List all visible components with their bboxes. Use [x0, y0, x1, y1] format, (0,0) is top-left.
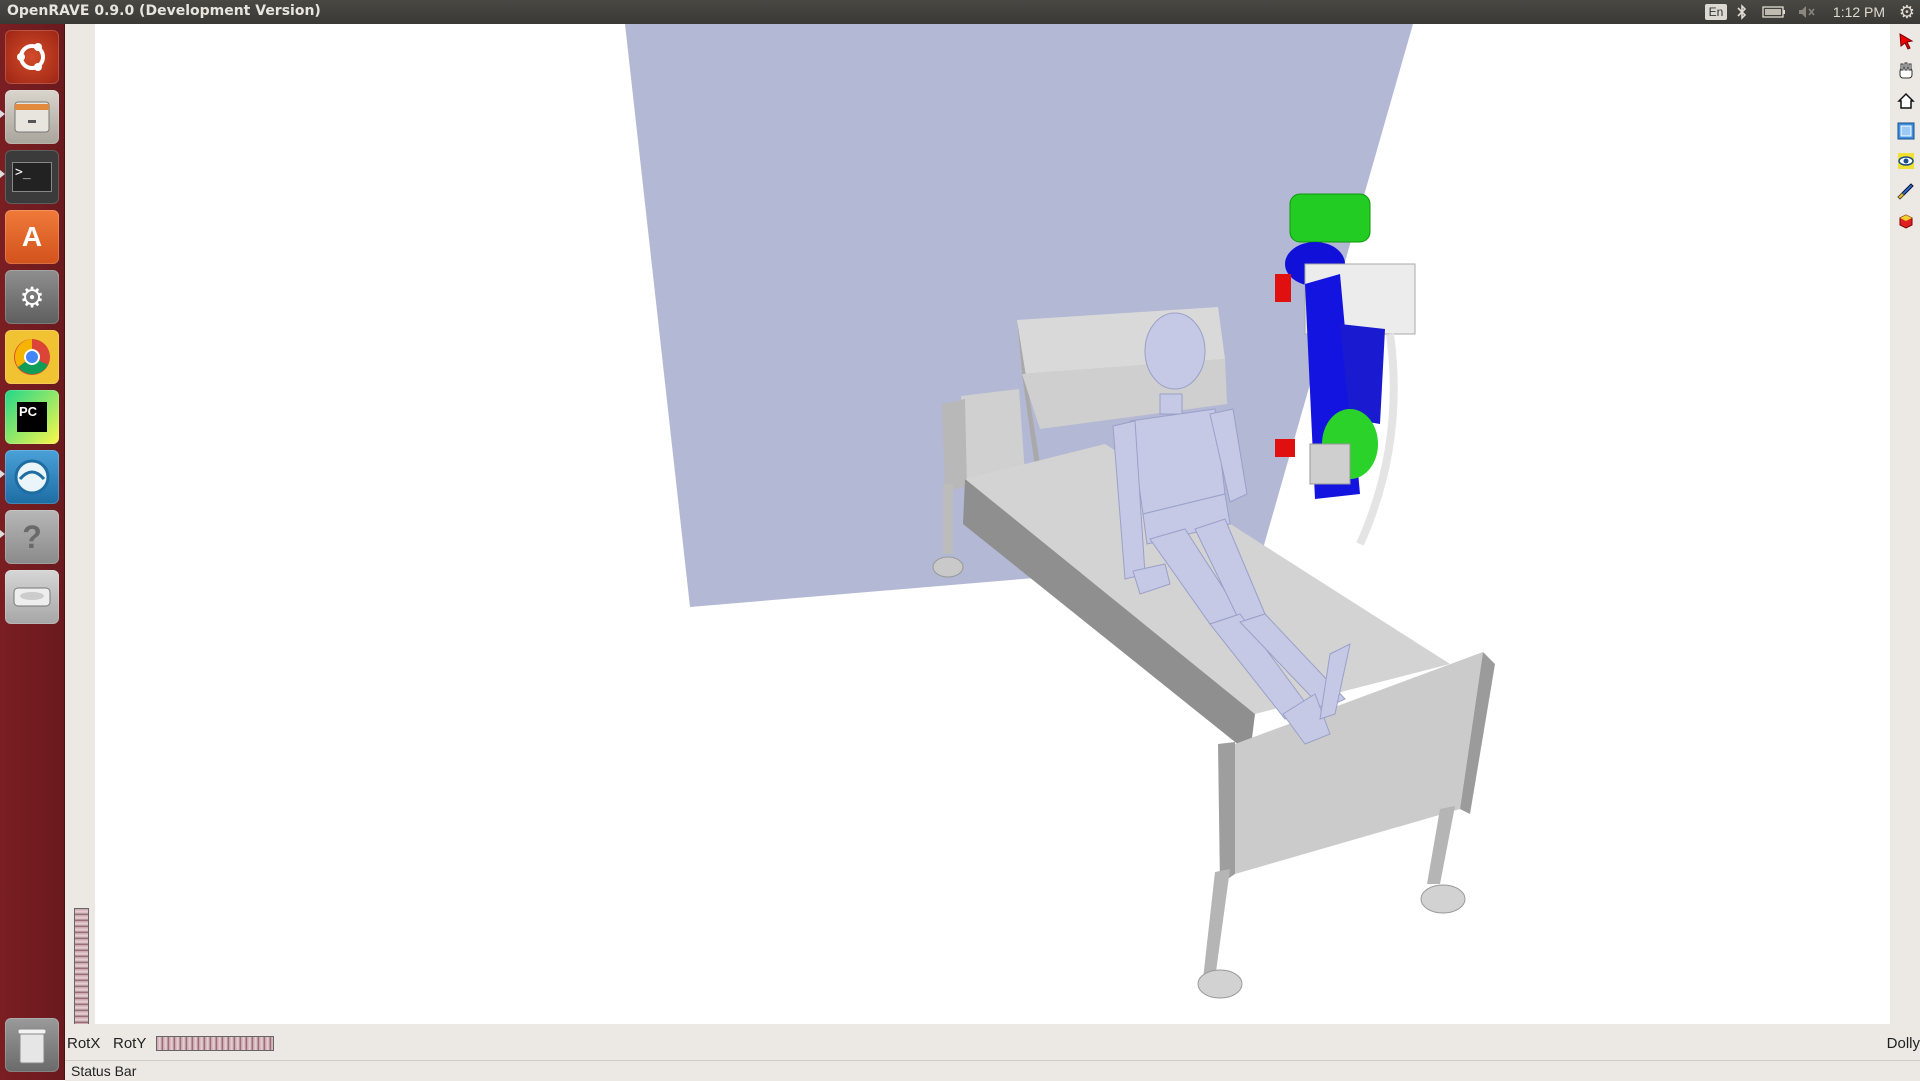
home-icon[interactable] — [1895, 90, 1917, 112]
hard-drive-icon[interactable] — [5, 570, 59, 624]
wrench-gear-icon[interactable]: ⚙ — [5, 270, 59, 324]
globe-arrow-icon[interactable] — [5, 450, 59, 504]
ubuntu-logo-icon[interactable] — [5, 30, 59, 84]
brush-icon[interactable] — [1895, 180, 1917, 202]
scene-render — [625, 24, 1495, 999]
rotx-label: RotX — [67, 1035, 101, 1052]
view-all-icon[interactable] — [1895, 120, 1917, 142]
question-mark-icon[interactable]: ? — [5, 510, 59, 564]
terminal-icon[interactable]: >_ — [5, 150, 59, 204]
pycharm-icon[interactable]: PC — [5, 390, 59, 444]
battery-icon[interactable] — [1760, 2, 1788, 22]
launcher: >_ A ⚙ PC ? — [0, 24, 65, 1080]
roty-thumbwheel[interactable] — [156, 1036, 274, 1051]
eye-icon[interactable] — [1895, 150, 1917, 172]
volume-muted-icon[interactable] — [1795, 2, 1819, 22]
3d-viewport[interactable] — [95, 24, 1890, 1024]
status-bar-text: Status Bar — [71, 1063, 137, 1079]
clock[interactable]: 1:12 PM — [1826, 2, 1892, 22]
bluetooth-icon[interactable] — [1733, 2, 1751, 22]
shopping-bag-icon[interactable]: A — [5, 210, 59, 264]
window-title: OpenRAVE 0.9.0 (Development Version) — [7, 3, 321, 19]
top-panel: OpenRAVE 0.9.0 (Development Version) En … — [0, 0, 1920, 24]
cursor-arrow-icon[interactable] — [1895, 30, 1917, 52]
hand-icon[interactable] — [1895, 60, 1917, 82]
roty-label: RotY — [113, 1035, 147, 1052]
gear-icon[interactable]: ⚙ — [1896, 2, 1918, 22]
keyboard-layout-indicator[interactable]: En — [1705, 4, 1727, 20]
file-cabinet-icon[interactable] — [5, 90, 59, 144]
viewer-toolbar — [1891, 24, 1920, 1024]
dolly-label: Dolly — [1886, 1035, 1920, 1052]
status-bar: Status Bar — [65, 1060, 1920, 1081]
viewer-bottom-controls: RotX RotY Dolly — [65, 1024, 1920, 1060]
chrome-icon[interactable] — [5, 330, 59, 384]
camera-icon[interactable] — [1895, 210, 1917, 232]
rotx-thumbwheel[interactable] — [74, 908, 89, 1028]
trash-icon[interactable] — [5, 1018, 59, 1072]
